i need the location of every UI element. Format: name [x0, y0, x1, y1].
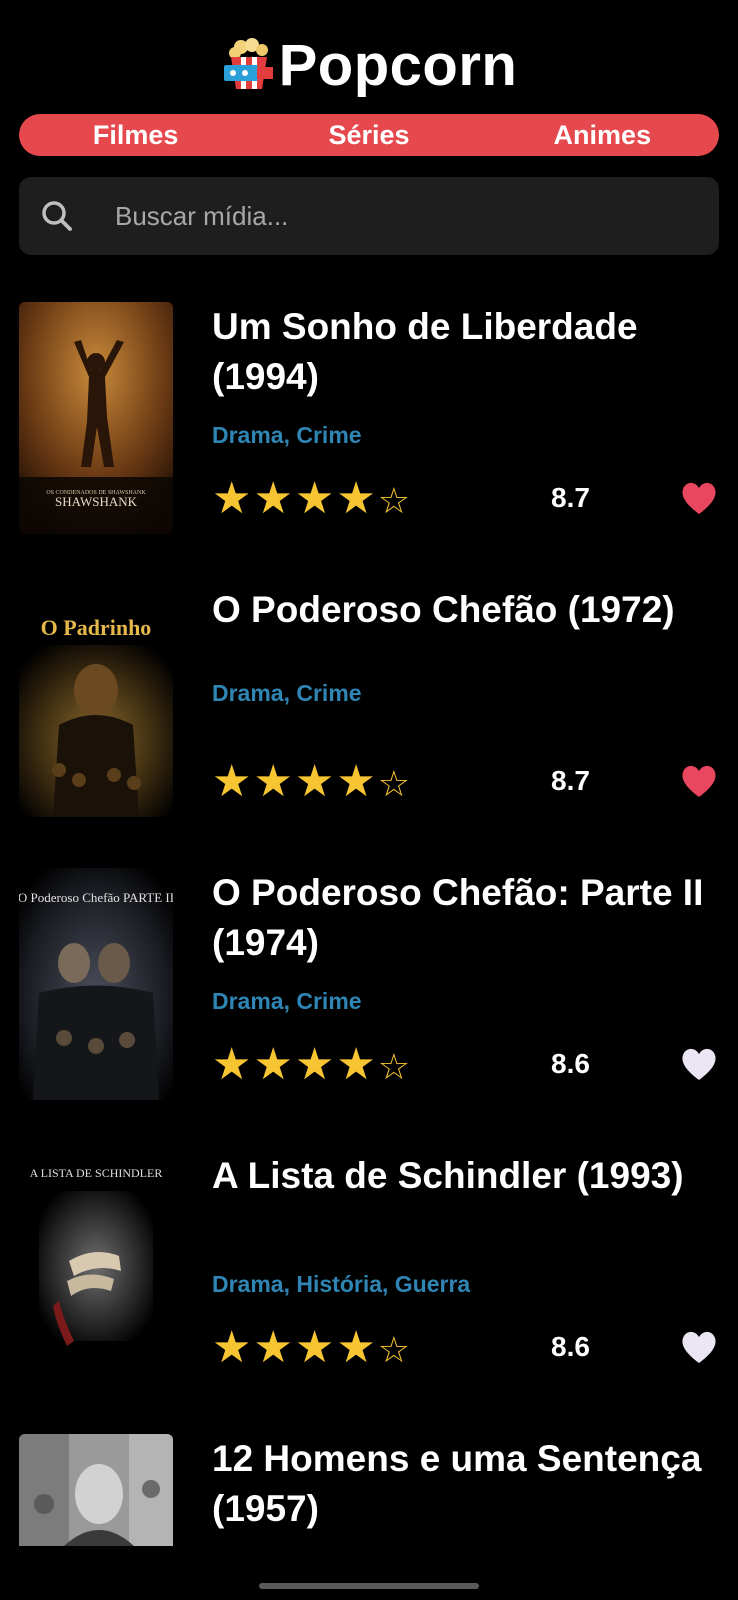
- star-rating: ★★★★☆: [212, 757, 413, 806]
- app-title: Popcorn: [278, 32, 518, 98]
- movie-score: 8.7: [551, 765, 590, 796]
- poster-caption: O Padrinho: [41, 615, 152, 640]
- movie-genres: Drama, Crime: [212, 988, 362, 1014]
- movie-title: O Poderoso Chefão: Parte II (1974): [212, 872, 704, 963]
- tab-animes[interactable]: Animes: [486, 114, 719, 156]
- movie-title: 12 Homens e uma Sentença (1957): [212, 1438, 702, 1529]
- movie-title: Um Sonho de Liberdade (1994): [212, 306, 638, 397]
- app-header: Popcorn: [0, 30, 738, 100]
- movie-poster[interactable]: O Poderoso Chefão PARTE II: [19, 868, 173, 1100]
- poster-caption: O Poderoso Chefão PARTE II: [19, 890, 173, 905]
- movie-item[interactable]: 12 Homens e uma Sentença (1957): [0, 1434, 738, 1574]
- movie-title: O Poderoso Chefão (1972): [212, 589, 675, 630]
- movie-item[interactable]: O Padrinho O Poderoso Chefão (1972) Dram…: [0, 585, 738, 825]
- search-icon: [42, 201, 72, 231]
- tab-series[interactable]: Séries: [252, 114, 485, 156]
- search-bar[interactable]: [19, 177, 719, 255]
- star-rating: ★★★★☆: [212, 1040, 413, 1089]
- star-rating: ★★★★☆: [212, 1323, 413, 1372]
- search-input[interactable]: [113, 199, 677, 233]
- star-rating: ★★★★☆: [212, 474, 413, 523]
- movie-score: 8.6: [551, 1048, 590, 1079]
- movie-item[interactable]: A LISTA DE SCHINDLER A Lista de Schindle…: [0, 1151, 738, 1391]
- tab-filmes[interactable]: Filmes: [19, 114, 252, 156]
- heart-icon[interactable]: [680, 1046, 718, 1082]
- svg-text:SHAWSHANK: SHAWSHANK: [55, 494, 138, 509]
- movie-item[interactable]: OS CONDENADOS DE SHAWSHANK SHAWSHANK Um …: [0, 302, 738, 542]
- movie-genres: Drama, História, Guerra: [212, 1271, 471, 1297]
- heart-icon[interactable]: [680, 763, 718, 799]
- movie-poster[interactable]: O Padrinho: [19, 585, 173, 817]
- movie-poster[interactable]: OS CONDENADOS DE SHAWSHANK SHAWSHANK: [19, 302, 173, 534]
- movie-score: 8.6: [551, 1331, 590, 1362]
- movie-genres: Drama, Crime: [212, 422, 362, 448]
- movie-item[interactable]: O Poderoso Chefão PARTE II O Poderoso Ch…: [0, 868, 738, 1108]
- movie-title: A Lista de Schindler (1993): [212, 1155, 684, 1196]
- home-indicator[interactable]: [259, 1583, 479, 1589]
- movie-poster[interactable]: A LISTA DE SCHINDLER: [19, 1151, 173, 1383]
- movie-genres: Drama, Crime: [212, 680, 362, 706]
- heart-icon[interactable]: [680, 1329, 718, 1365]
- movie-score: 8.7: [551, 482, 590, 513]
- heart-icon[interactable]: [680, 480, 718, 516]
- movie-poster[interactable]: [19, 1434, 173, 1546]
- poster-caption: A LISTA DE SCHINDLER: [30, 1166, 163, 1180]
- category-tabs: Filmes Séries Animes: [19, 114, 719, 156]
- popcorn-icon: [223, 38, 273, 89]
